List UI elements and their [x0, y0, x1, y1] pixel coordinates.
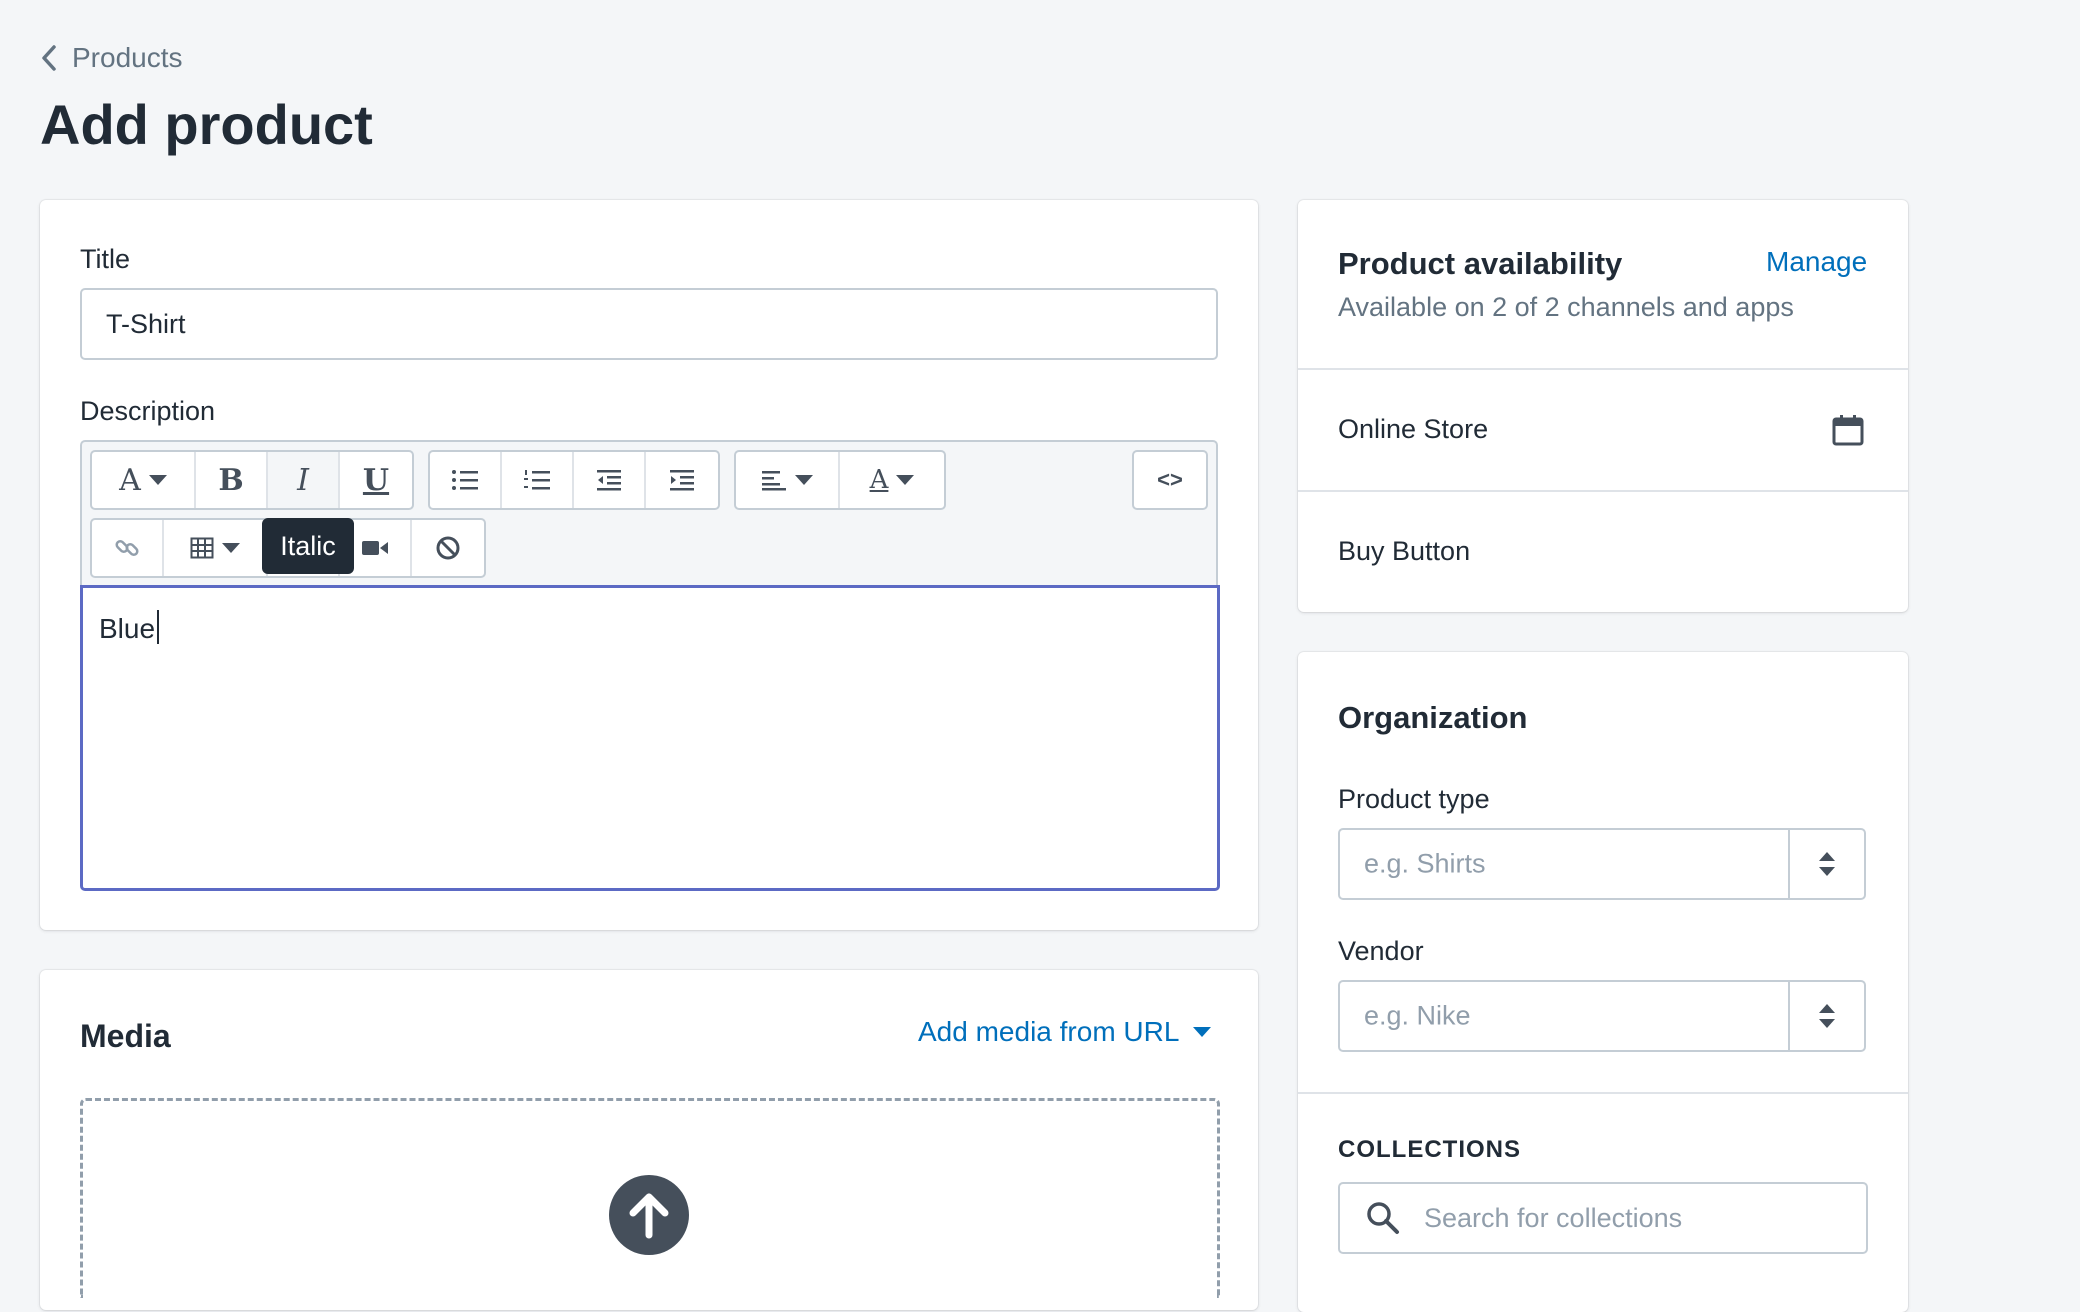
- font-icon: A: [119, 462, 141, 498]
- underline-button[interactable]: U: [340, 452, 412, 508]
- availability-title: Product availability: [1338, 246, 1623, 281]
- toolbar-group-format: A: [734, 450, 946, 510]
- collections-search-input[interactable]: Search for collections: [1338, 1182, 1868, 1254]
- show-html-button[interactable]: <>: [1134, 452, 1206, 508]
- numbered-list-button[interactable]: [502, 452, 574, 508]
- underline-icon: U: [362, 462, 390, 498]
- clear-formatting-button[interactable]: [412, 520, 484, 576]
- calendar-icon[interactable]: [1832, 414, 1864, 446]
- upload-icon[interactable]: [609, 1175, 689, 1255]
- bold-button[interactable]: B: [196, 452, 268, 508]
- bold-icon: B: [218, 462, 244, 498]
- page-title: Add product: [40, 93, 373, 156]
- vendor-label: Vendor: [1338, 936, 1424, 966]
- manage-link[interactable]: Manage: [1766, 246, 1867, 278]
- numbered-list-icon: [524, 470, 550, 490]
- availability-subtitle: Available on 2 of 2 channels and apps: [1338, 292, 1794, 322]
- title-input-value: T-Shirt: [106, 308, 186, 339]
- description-editor[interactable]: Blue: [80, 585, 1220, 891]
- code-icon: <>: [1157, 467, 1183, 492]
- outdent-icon: [597, 470, 621, 491]
- chevron-down-icon: [148, 475, 167, 485]
- text-cursor: [157, 610, 160, 644]
- outdent-button[interactable]: [574, 452, 646, 508]
- vendor-select[interactable]: e.g. Nike: [1338, 980, 1866, 1052]
- font-style-button[interactable]: A: [92, 452, 196, 508]
- product-type-select[interactable]: e.g. Shirts: [1338, 828, 1866, 900]
- chevron-down-icon: [1193, 1027, 1212, 1037]
- breadcrumb-label: Products: [72, 42, 183, 73]
- chevron-down-icon: [222, 543, 240, 553]
- add-media-label: Add media from URL: [918, 1016, 1180, 1047]
- italic-tooltip: Italic: [262, 518, 354, 574]
- title-label: Title: [80, 244, 131, 274]
- organization-title: Organization: [1338, 700, 1528, 735]
- italic-icon: I: [297, 462, 309, 498]
- breadcrumb[interactable]: Products: [40, 42, 183, 74]
- table-icon: [190, 537, 214, 559]
- clear-formatting-icon: [436, 536, 460, 560]
- bullet-list-icon: [452, 470, 478, 490]
- channel-buy-button: Buy Button: [1338, 536, 1471, 566]
- divider: [1298, 368, 1908, 370]
- divider: [1298, 1092, 1908, 1094]
- align-button[interactable]: [736, 452, 840, 508]
- select-arrows-icon: [1788, 982, 1864, 1050]
- italic-button[interactable]: I: [268, 452, 340, 508]
- select-arrows-icon: [1788, 830, 1864, 898]
- collections-label: COLLECTIONS: [1338, 1136, 1521, 1163]
- add-media-from-url-link[interactable]: Add media from URL: [918, 1016, 1212, 1048]
- divider: [1298, 490, 1908, 492]
- indent-button[interactable]: [646, 452, 718, 508]
- media-title: Media: [80, 1018, 171, 1054]
- toolbar-group-lists: [428, 450, 720, 510]
- toolbar-group-html: <>: [1132, 450, 1208, 510]
- collections-search-placeholder: Search for collections: [1424, 1202, 1683, 1233]
- bullet-list-button[interactable]: [430, 452, 502, 508]
- vendor-placeholder: e.g. Nike: [1364, 1000, 1471, 1031]
- title-input[interactable]: T-Shirt: [80, 288, 1218, 360]
- description-label: Description: [80, 396, 216, 426]
- link-icon: [115, 539, 139, 557]
- product-type-label: Product type: [1338, 784, 1490, 814]
- video-icon: [362, 541, 388, 555]
- indent-icon: [670, 470, 694, 491]
- chevron-down-icon: [896, 475, 915, 485]
- description-text: Blue: [99, 613, 156, 644]
- toolbar-group-text: A B I U: [90, 450, 414, 510]
- channel-online-store: Online Store: [1338, 414, 1489, 444]
- search-icon: [1367, 1202, 1399, 1234]
- text-color-icon: A: [869, 465, 889, 495]
- align-left-icon: [762, 471, 786, 491]
- insert-link-button[interactable]: [92, 520, 164, 576]
- insert-table-button[interactable]: [164, 520, 268, 576]
- chevron-left-icon: [42, 45, 56, 71]
- text-color-button[interactable]: A: [840, 452, 944, 508]
- chevron-down-icon: [795, 475, 813, 485]
- product-type-placeholder: e.g. Shirts: [1364, 848, 1486, 879]
